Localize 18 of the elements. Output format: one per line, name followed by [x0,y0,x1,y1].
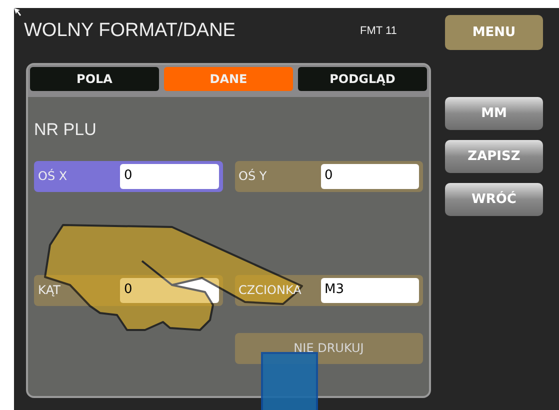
tab[interactable]: POLA [30,67,159,91]
input-field[interactable]: 0 [320,164,419,188]
input-field[interactable]: M3 [320,278,419,302]
field-value: 0 [124,167,132,186]
touch-marker [261,352,318,410]
cursor-icon [14,8,22,16]
input-field[interactable]: 0 [120,164,218,188]
screen-title: WOLNY FORMAT/DANE [24,18,236,43]
field-label: KĄT [38,282,62,299]
input-field[interactable]: 0 [120,278,218,302]
field-label: OŚ X [38,168,68,185]
format-code: FMT 11 [360,24,397,39]
field-value: 0 [124,281,132,300]
field-value: 0 [324,167,333,186]
section-title: NR PLU [34,119,98,141]
field-label: OŚ Y [238,168,268,185]
tab[interactable]: PODGLĄD [298,67,427,91]
field-value: M3 [324,281,344,300]
